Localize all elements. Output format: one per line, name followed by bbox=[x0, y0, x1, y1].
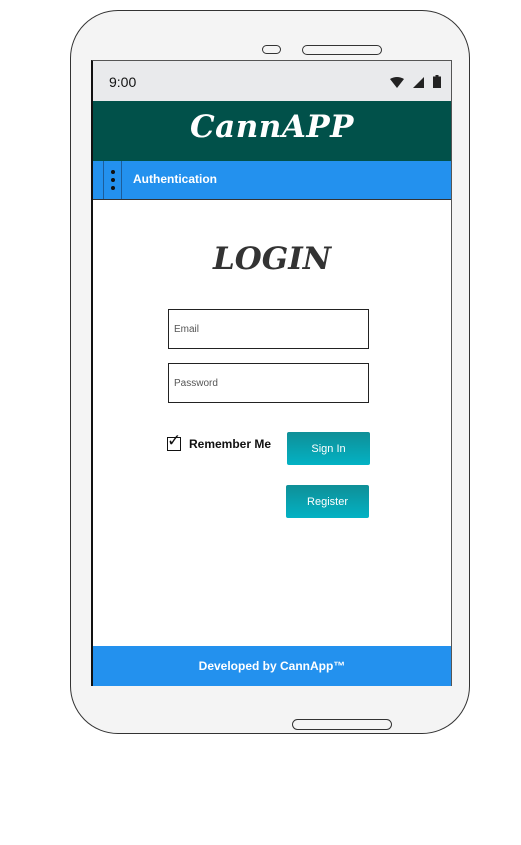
toolbar: Authentication bbox=[93, 161, 451, 200]
status-icons bbox=[390, 75, 441, 93]
status-bar: 9:00 bbox=[93, 61, 451, 101]
signal-icon bbox=[413, 75, 424, 93]
home-button[interactable] bbox=[292, 719, 392, 730]
register-button[interactable]: Register bbox=[286, 485, 369, 518]
app-title: CannAPP bbox=[189, 109, 354, 145]
footer: Developed by CannApp™ bbox=[93, 646, 451, 686]
status-time: 9:00 bbox=[109, 74, 137, 90]
more-vert-icon[interactable] bbox=[103, 161, 122, 199]
camera bbox=[262, 45, 281, 54]
battery-icon bbox=[433, 75, 441, 93]
email-field[interactable] bbox=[168, 309, 369, 349]
remember-me-checkbox[interactable]: ✓ bbox=[167, 432, 181, 451]
checkmark-icon: ✓ bbox=[167, 431, 182, 450]
sign-in-button[interactable]: Sign In bbox=[287, 432, 370, 465]
wifi-icon bbox=[390, 75, 404, 93]
screen: 9:00 CannAPP Authentication LOGIN ✓ Reme… bbox=[91, 60, 452, 686]
login-heading: LOGIN bbox=[212, 241, 332, 277]
toolbar-title: Authentication bbox=[133, 172, 217, 186]
remember-me-label: Remember Me bbox=[189, 437, 272, 451]
password-field[interactable] bbox=[168, 363, 369, 403]
speaker bbox=[302, 45, 382, 55]
remember-me[interactable]: ✓ Remember Me bbox=[167, 432, 272, 451]
app-bar: CannAPP bbox=[93, 101, 451, 161]
